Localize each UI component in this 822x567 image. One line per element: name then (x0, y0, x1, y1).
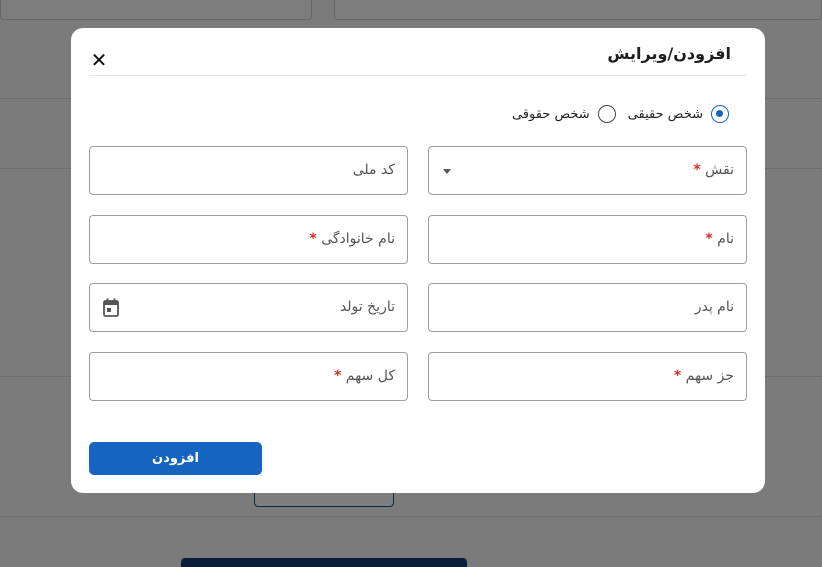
required-mark: * (309, 231, 317, 247)
radio-legal-person-control[interactable] (597, 105, 616, 123)
radio-legal-person-label: شخص حقوقی (511, 106, 590, 122)
total-share-label: کل سهم * (334, 368, 395, 384)
radio-natural-person-label: شخص حقیقی (627, 106, 703, 122)
add-edit-dialog: افزودن/ویرایش ✕ شخص حقیقی شخص حقوقی نقش … (71, 28, 765, 493)
radio-natural-person-control[interactable] (711, 105, 729, 123)
calendar-icon[interactable] (102, 298, 120, 318)
close-icon[interactable]: ✕ (89, 50, 109, 70)
last-name-field[interactable]: نام خانوادگی * (89, 215, 408, 264)
last-name-label: نام خانوادگی * (309, 231, 395, 247)
partial-share-field[interactable]: جز سهم * (428, 352, 747, 401)
first-name-label: نام * (705, 231, 734, 247)
required-mark: * (693, 162, 701, 178)
radio-natural-person[interactable]: شخص حقیقی (628, 105, 729, 123)
birth-date-label: تاریخ تولد (339, 299, 395, 315)
dialog-header: افزودن/ویرایش ✕ (89, 44, 747, 76)
required-mark: * (705, 231, 713, 247)
national-code-label: کد ملی (352, 162, 395, 178)
role-label: نقش * (693, 162, 734, 178)
father-name-field[interactable]: نام پدر (428, 283, 747, 332)
required-mark: * (334, 368, 342, 384)
partial-share-label: جز سهم * (673, 368, 734, 384)
role-select[interactable]: نقش * (428, 146, 747, 195)
dialog-title: افزودن/ویرایش (607, 44, 731, 63)
national-code-field[interactable]: کد ملی (89, 146, 408, 195)
required-mark: * (673, 368, 682, 384)
radio-legal-person[interactable]: شخص حقوقی (512, 105, 616, 123)
father-name-label: نام پدر (694, 299, 734, 315)
person-type-radio-group: شخص حقیقی شخص حقوقی (512, 105, 729, 123)
add-button[interactable]: افزودن (89, 442, 262, 475)
birth-date-field[interactable]: تاریخ تولد (89, 283, 408, 332)
first-name-field[interactable]: نام * (428, 215, 747, 264)
total-share-field[interactable]: کل سهم * (89, 352, 408, 401)
chevron-down-icon[interactable] (443, 169, 451, 174)
